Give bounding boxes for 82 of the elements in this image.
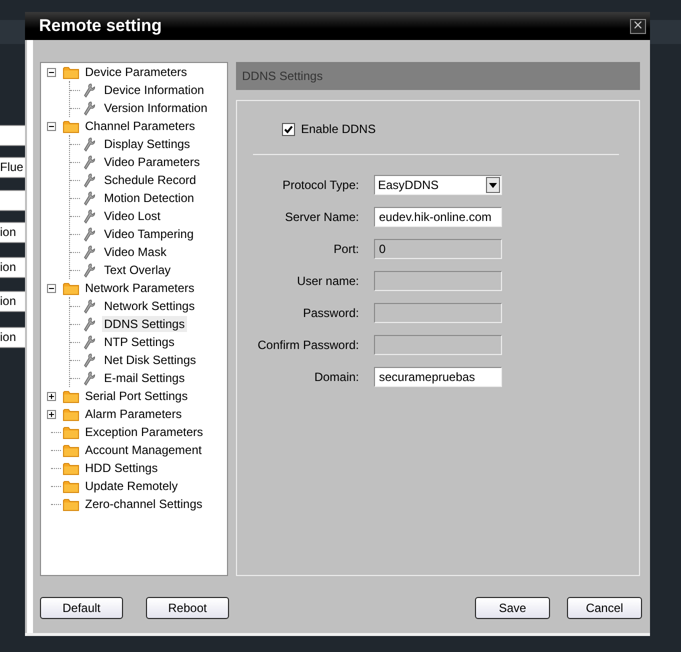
tree-item[interactable]: Zero-channel Settings [83,496,204,512]
window-title: Remote setting [39,16,162,36]
wrench-icon [83,316,96,332]
tree-item[interactable]: E-mail Settings [102,370,187,386]
tree-item[interactable]: Channel Parameters [83,118,198,134]
wrench-icon [83,244,96,260]
wrench-icon [83,298,96,314]
tree-item[interactable]: Video Tampering [102,226,196,242]
tree-item[interactable]: Video Parameters [102,154,202,170]
tree-item[interactable]: Exception Parameters [83,424,206,440]
field-label: Server Name: [284,210,359,224]
folder-icon [63,390,79,402]
wrench-icon [83,334,96,350]
tree-item[interactable]: Video Mask [102,244,168,260]
expander-icon[interactable] [47,68,56,76]
input-field[interactable]: ion [0,291,27,312]
dialog-button[interactable]: Default [40,597,123,619]
wrench-icon [83,352,96,368]
tree-item[interactable]: HDD Settings [83,460,160,476]
folder-icon [63,408,79,420]
folder-icon [63,282,79,294]
tree-item[interactable]: Account Management [83,442,204,458]
folder-icon [63,462,79,474]
input-field[interactable] [0,125,27,146]
tree-item[interactable]: NTP Settings [102,334,176,350]
tree-item[interactable]: Version Information [102,100,210,116]
expander-icon[interactable] [47,122,56,130]
input-field[interactable]: Flue [0,157,27,178]
input-field[interactable]: ion [0,327,27,348]
input-field[interactable]: ion [0,257,27,278]
wrench-icon [83,190,96,206]
dialog-button[interactable]: Save [475,597,550,619]
tree-item[interactable]: Device Information [102,82,206,98]
checkbox[interactable] [282,122,295,136]
wrench-icon [83,100,96,116]
dropdown[interactable]: EasyDDNS [374,175,502,195]
field-label: Port: [332,242,359,256]
expander-icon[interactable] [47,410,56,418]
tree-item[interactable]: Net Disk Settings [102,352,198,368]
panel-title: DDNS Settings [242,69,323,83]
field-label: Protocol Type: [282,178,359,192]
tree-item[interactable]: Motion Detection [102,190,196,206]
tree-item[interactable]: Display Settings [102,136,192,152]
tree-item[interactable]: Network Parameters [83,280,196,296]
folder-icon [63,426,79,438]
field-label: User name: [296,274,359,288]
input-field[interactable]: eudev.hik-online.com [374,207,502,227]
input-field[interactable]: ion [0,222,27,243]
folder-icon [63,66,79,78]
wrench-icon [83,370,96,386]
field-label: Confirm Password: [256,338,359,352]
folder-icon [63,444,79,456]
field-label: Domain: [313,370,359,384]
expander-icon[interactable] [47,284,56,292]
tree-item[interactable]: DDNS Settings [102,316,187,332]
tree-item[interactable]: Update Remotely [83,478,180,494]
wrench-icon [83,226,96,242]
dialog-button[interactable]: Reboot [146,597,229,619]
wrench-icon [83,154,96,170]
expander-icon[interactable] [47,392,56,400]
wrench-icon [83,82,96,98]
wrench-icon [83,136,96,152]
wrench-icon [83,262,96,278]
caret-icon[interactable] [486,177,500,193]
close-button[interactable]: × [630,18,646,34]
field-label: Password: [302,306,359,320]
wrench-icon [83,208,96,224]
tree-item[interactable]: Schedule Record [102,172,198,188]
tree-item[interactable]: Video Lost [102,208,162,224]
tree-item[interactable]: Alarm Parameters [83,406,184,422]
tree-item[interactable]: Device Parameters [83,64,190,80]
tree-item[interactable]: Serial Port Settings [83,388,190,404]
tree-item[interactable]: Network Settings [102,298,197,314]
wrench-icon [83,172,96,188]
checkbox-label: Enable DDNS [301,122,376,136]
input-field[interactable]: securamepruebas [374,367,502,387]
folder-icon [63,480,79,492]
folder-icon [63,498,79,510]
folder-icon [63,120,79,132]
tree-item[interactable]: Text Overlay [102,262,173,278]
dialog-button[interactable]: Cancel [567,597,642,619]
input-field[interactable] [0,190,27,211]
